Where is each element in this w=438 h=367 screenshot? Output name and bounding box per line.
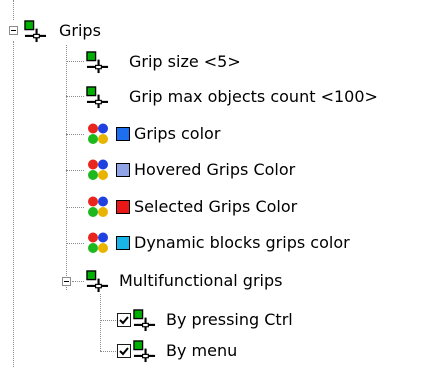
tree-item-label: Grip size <5> bbox=[129, 52, 241, 71]
grips-settings-tree: Grips Grip size <5> Grip max objects cou… bbox=[0, 0, 438, 367]
tree-line bbox=[66, 45, 67, 290]
tree-item-label: By menu bbox=[166, 341, 238, 360]
tree-item-grips[interactable]: Grips bbox=[24, 16, 101, 46]
grip-setting-icon bbox=[86, 51, 109, 74]
tree-line bbox=[72, 281, 84, 282]
collapse-toggle-grips[interactable] bbox=[9, 26, 18, 35]
tree-line bbox=[13, 41, 14, 367]
tree-line bbox=[100, 351, 116, 352]
tree-line bbox=[66, 96, 84, 97]
grip-setting-icon bbox=[86, 270, 109, 293]
tree-item-label: Dynamic blocks grips color bbox=[134, 233, 350, 252]
color-setting-icon bbox=[86, 231, 110, 255]
grip-setting-icon bbox=[86, 86, 109, 109]
tree-item-label: Grips bbox=[59, 21, 101, 40]
tree-item-by-pressing-ctrl[interactable]: By pressing Ctrl bbox=[117, 305, 293, 335]
checkmark-icon bbox=[119, 347, 129, 356]
tree-line bbox=[66, 207, 84, 208]
tree-item-label: Selected Grips Color bbox=[134, 197, 298, 216]
grip-setting-icon bbox=[133, 340, 156, 363]
grip-setting-icon bbox=[133, 309, 156, 332]
color-swatch-blue bbox=[116, 127, 130, 141]
tree-item-label: By pressing Ctrl bbox=[166, 310, 293, 329]
tree-item-label: Multifunctional grips bbox=[119, 271, 283, 290]
color-swatch-light-blue bbox=[116, 163, 130, 177]
tree-item-label: Grips color bbox=[134, 124, 221, 143]
color-setting-icon bbox=[86, 195, 110, 219]
tree-line bbox=[66, 170, 84, 171]
tree-item-dynamic-blocks-grips-color[interactable]: Dynamic blocks grips color bbox=[86, 228, 350, 258]
tree-line bbox=[66, 134, 84, 135]
tree-line bbox=[13, 0, 14, 20]
tree-item-grip-size[interactable]: Grip size <5> bbox=[86, 47, 241, 77]
tree-item-hovered-grips-color[interactable]: Hovered Grips Color bbox=[86, 155, 295, 185]
tree-item-selected-grips-color[interactable]: Selected Grips Color bbox=[86, 192, 297, 222]
tree-item-label: Grip max objects count <100> bbox=[129, 87, 378, 106]
color-swatch-cyan bbox=[116, 236, 130, 250]
checkbox-by-pressing-ctrl[interactable] bbox=[117, 313, 131, 327]
color-swatch-red bbox=[116, 200, 130, 214]
tree-line bbox=[100, 294, 101, 351]
checkbox-by-menu[interactable] bbox=[117, 344, 131, 358]
tree-item-label: Hovered Grips Color bbox=[134, 160, 296, 179]
tree-item-grips-color[interactable]: Grips color bbox=[86, 119, 220, 149]
collapse-toggle-multifunctional[interactable] bbox=[62, 277, 71, 286]
tree-item-grip-max-objects[interactable]: Grip max objects count <100> bbox=[86, 82, 378, 112]
color-setting-icon bbox=[86, 122, 110, 146]
color-setting-icon bbox=[86, 158, 110, 182]
tree-line bbox=[100, 320, 116, 321]
tree-line bbox=[66, 61, 84, 62]
checkmark-icon bbox=[119, 316, 129, 325]
grip-setting-icon bbox=[24, 20, 47, 43]
tree-line bbox=[66, 243, 84, 244]
tree-item-by-menu[interactable]: By menu bbox=[117, 336, 237, 366]
tree-item-multifunctional-grips[interactable]: Multifunctional grips bbox=[86, 266, 282, 296]
